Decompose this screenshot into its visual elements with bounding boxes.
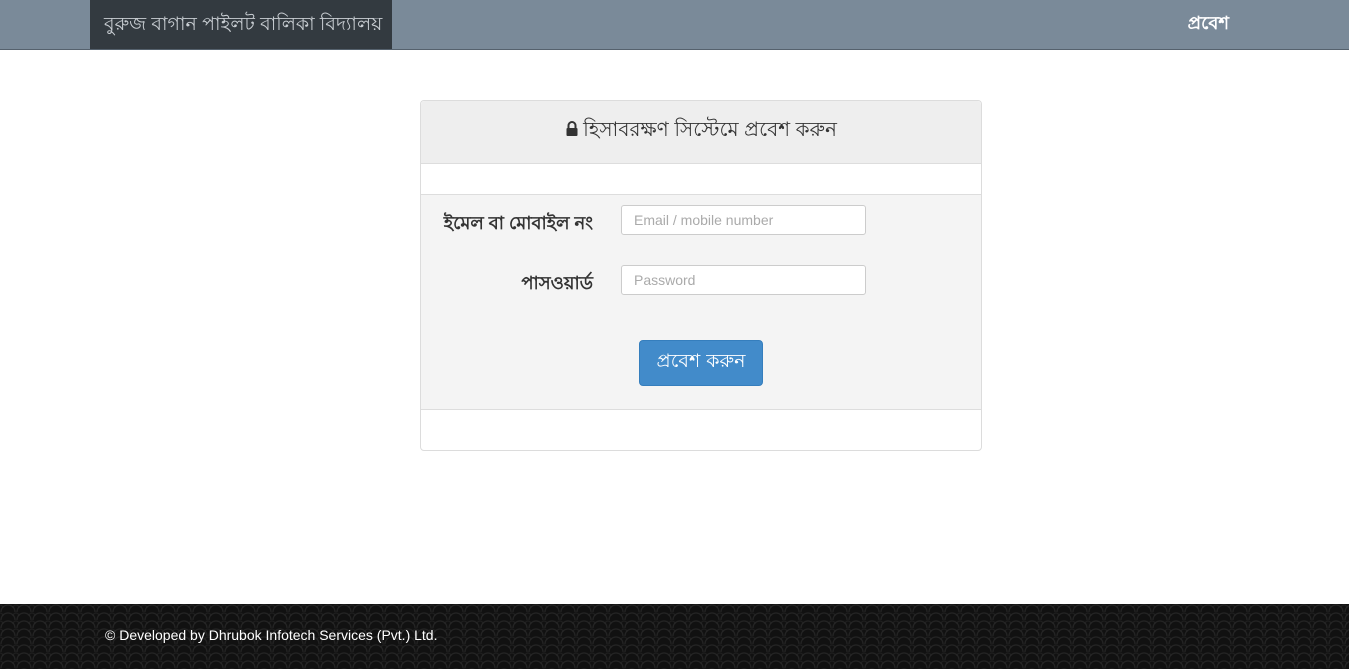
password-label: পাসওয়ার্ড bbox=[521, 273, 593, 293]
footer: © Developed by Dhrubok Infotech Services… bbox=[0, 604, 1349, 669]
login-submit-button[interactable]: প্রবেশ করুন bbox=[639, 340, 763, 386]
nav-login-link[interactable]: প্রবেশ bbox=[1188, 0, 1229, 49]
brand-link[interactable]: বুরুজ বাগান পাইলট বালিকা বিদ্যালয় bbox=[90, 0, 392, 49]
login-panel-title: হিসাবরক্ষণ সিস্টেমে প্রবেশ করুন bbox=[583, 119, 837, 141]
login-form: ইমেল বা মোবাইল নং পাসওয়ার্ড প্রবেশ করুন bbox=[421, 194, 981, 410]
email-label: ইমেল বা মোবাইল নং bbox=[443, 213, 593, 233]
top-navbar: বুরুজ বাগান পাইলট বালিকা বিদ্যালয় প্রবে… bbox=[0, 0, 1349, 50]
login-panel: হিসাবরক্ষণ সিস্টেমে প্রবেশ করুন ইমেল বা … bbox=[420, 100, 982, 451]
login-panel-heading: হিসাবরক্ষণ সিস্টেমে প্রবেশ করুন bbox=[421, 101, 981, 164]
password-input[interactable] bbox=[621, 265, 866, 295]
email-input[interactable] bbox=[621, 205, 866, 235]
footer-credit: © Developed by Dhrubok Infotech Services… bbox=[105, 627, 438, 643]
lock-icon bbox=[565, 102, 579, 136]
